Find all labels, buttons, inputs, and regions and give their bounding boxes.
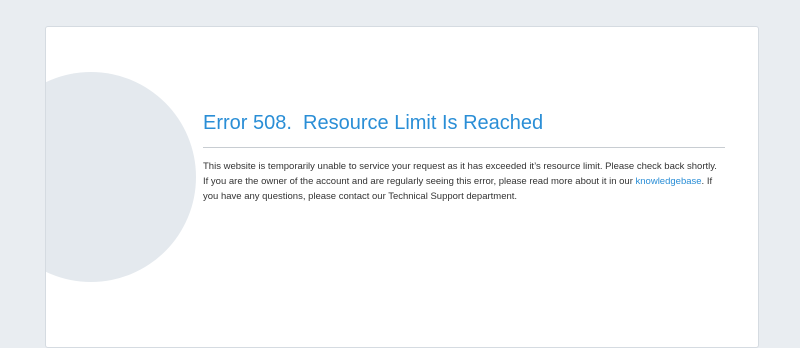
message-paragraph-2: If you are the owner of the account and … [203,174,725,204]
error-content: Error 508. Resource Limit Is Reached Thi… [203,111,725,204]
exclamation-icon [46,72,196,282]
error-card: Error 508. Resource Limit Is Reached Thi… [45,26,759,348]
error-message: This website is temporarily unable to se… [203,159,725,204]
error-title: Error 508. Resource Limit Is Reached [203,111,725,148]
message-paragraph-2-start: If you are the owner of the account and … [203,176,636,187]
knowledgebase-link[interactable]: knowledgebase [636,176,702,187]
message-paragraph-1: This website is temporarily unable to se… [203,161,717,172]
